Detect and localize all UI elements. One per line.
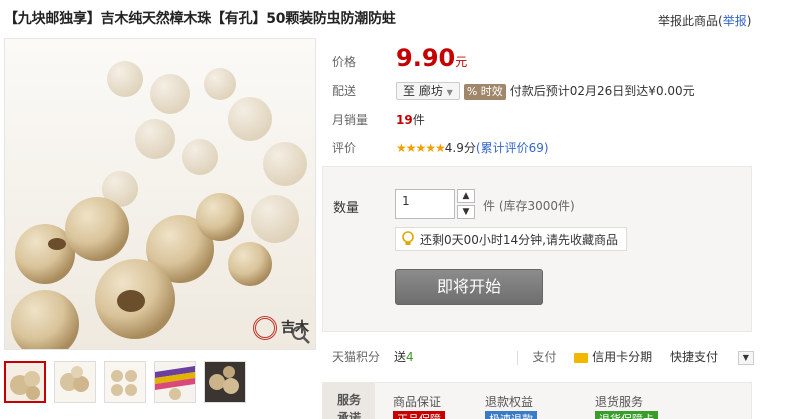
points-value: 4 — [406, 350, 414, 364]
pay-label: 支付 — [532, 350, 557, 364]
chevron-down-icon[interactable]: ▼ — [737, 350, 754, 365]
thumbnail-strip — [4, 361, 246, 403]
stock-text: 件 (库存3000件) — [483, 199, 575, 213]
points-label: 天猫积分 — [332, 350, 381, 364]
service-col-title: 退款权益 — [485, 395, 534, 409]
report-text: 举报此商品 — [658, 14, 719, 28]
thumbnail-image — [205, 362, 245, 402]
report-link[interactable]: 举报 — [723, 14, 747, 28]
chevron-down-icon: ▼ — [446, 88, 453, 97]
delivery-row: 配送至 廊坊 ▼% 时效 付款后预计02月26日到达¥0.00元 — [332, 82, 695, 100]
reminder-text: 还剩0天00小时14分钟,请先收藏商品 — [420, 233, 618, 247]
sales-label: 月销量 — [332, 113, 369, 127]
camphor-beads-photo — [5, 39, 315, 349]
timeliness-icon: % — [466, 85, 478, 98]
delivery-location-select[interactable]: 至 廊坊 ▼ — [396, 82, 460, 100]
service-heading: 服务 承诺 — [323, 383, 375, 419]
price-row: 价格 9.90元 — [332, 44, 467, 72]
thumbnail-image — [55, 362, 95, 402]
quantity-input[interactable]: 1 — [395, 189, 455, 219]
quantity-decrease-button[interactable]: ▼ — [457, 205, 475, 219]
thumbnail-2[interactable] — [54, 361, 96, 403]
coming-soon-button[interactable]: 即将开始 — [395, 269, 543, 305]
service-badge[interactable]: 极速退款 — [485, 411, 537, 419]
rating-count-link[interactable]: (累计评价69) — [476, 141, 549, 155]
rating-score: 4.9分 — [444, 141, 476, 155]
rating-label: 评价 — [332, 141, 357, 155]
delivery-note: 付款后预计02月26日到达¥0.00元 — [509, 84, 695, 98]
credit-card-icon — [574, 352, 589, 363]
quantity-label: 数量 — [333, 201, 360, 216]
sales-unit: 件 — [412, 113, 425, 127]
thumbnail-image — [6, 363, 44, 401]
pay-option-installment[interactable]: 信用卡分期 — [592, 350, 652, 364]
service-promise: 服务 承诺 商品保证 正品保障 退款权益 极速退款 退货服务 退货保障卡 — [322, 382, 752, 419]
zoom-icon[interactable] — [291, 325, 311, 345]
points-text: 送 — [394, 350, 407, 364]
price-label: 价格 — [332, 55, 357, 69]
thumbnail-image — [155, 362, 195, 402]
product-title: 【九块邮独享】吉木纯天然樟木珠【有孔】50颗装防虫防潮防蛀 — [4, 11, 396, 27]
timeliness-badge: % 时效 — [463, 84, 506, 100]
buy-box: 数量 1 ▲ ▼ 件 (库存3000件) 还剩0天00小时14分钟,请先收藏商品… — [322, 166, 752, 332]
divider — [517, 350, 519, 365]
delivery-label: 配送 — [332, 84, 357, 98]
service-col-title: 商品保证 — [393, 395, 442, 409]
thumbnail-5[interactable] — [204, 361, 246, 403]
report-area: 举报此商品(举报) — [658, 14, 752, 28]
brand-seal-icon — [253, 316, 277, 340]
points-pay-row: 天猫积分 送4 支付 信用卡分期 快捷支付 ▼ — [332, 348, 754, 365]
thumbnail-3[interactable] — [104, 361, 146, 403]
thumbnail-1[interactable] — [4, 361, 46, 403]
pay-option-quick[interactable]: 快捷支付 — [670, 350, 718, 364]
service-badge[interactable]: 正品保障 — [393, 411, 445, 419]
price-value: 9.90 — [396, 44, 456, 72]
price-unit: 元 — [455, 55, 468, 69]
main-product-image[interactable]: 吉木 — [4, 38, 316, 350]
service-heading-line1: 服务 — [336, 393, 361, 407]
service-heading-line2: 承诺 — [336, 411, 361, 419]
rating-row: 评价 ★★★★★4.9分(累计评价69) — [332, 139, 549, 156]
delivery-location: 至 廊坊 — [403, 84, 443, 98]
rating-stars-icon: ★★★★★ — [396, 141, 446, 155]
reminder-box: 还剩0天00小时14分钟,请先收藏商品 — [395, 227, 627, 251]
quantity-increase-button[interactable]: ▲ — [457, 189, 475, 203]
timeliness-badge-text: 时效 — [480, 85, 503, 98]
service-col-title: 退货服务 — [595, 395, 644, 409]
sales-value: 19 — [396, 113, 413, 127]
lightbulb-icon — [402, 231, 414, 245]
thumbnail-image — [105, 362, 145, 402]
service-badge[interactable]: 退货保障卡 — [595, 411, 658, 419]
thumbnail-4[interactable] — [154, 361, 196, 403]
sales-row: 月销量 19件 — [332, 111, 425, 128]
